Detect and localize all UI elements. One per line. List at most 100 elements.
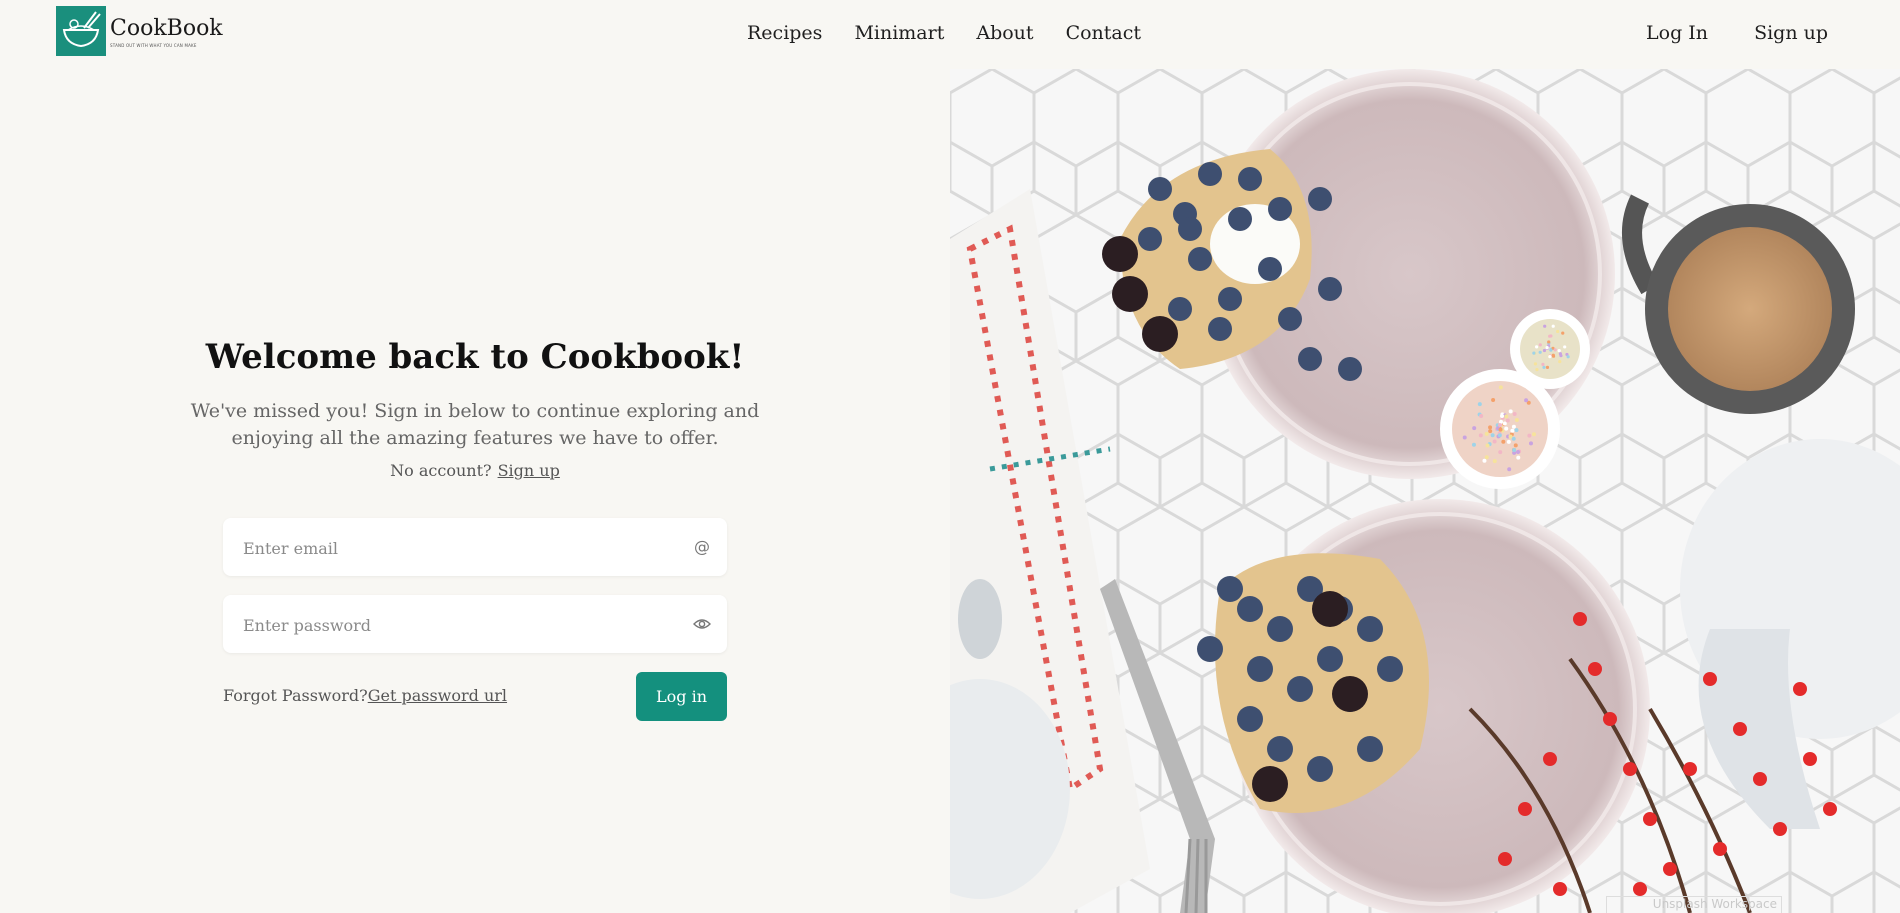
sprinkle	[1552, 354, 1555, 357]
sprinkle	[1539, 351, 1542, 354]
nav-item-recipes[interactable]: Recipes	[747, 22, 822, 44]
sprinkle	[1498, 423, 1502, 427]
blueberry	[1377, 656, 1403, 682]
password-field-container	[223, 595, 727, 653]
blueberry	[1228, 207, 1252, 231]
blueberry	[1188, 247, 1212, 271]
sprinkle	[1559, 354, 1562, 357]
sprinkle	[1532, 432, 1536, 436]
sprinkle	[1529, 441, 1533, 445]
header-signup-link[interactable]: Sign up	[1754, 22, 1828, 44]
blueberry	[1247, 656, 1273, 682]
blueberry	[1267, 736, 1293, 762]
sprinkle	[1567, 355, 1570, 358]
sprinkle	[1498, 433, 1502, 437]
blueberry	[1317, 646, 1343, 672]
at-icon: @	[693, 538, 711, 556]
sprinkle	[1514, 428, 1518, 432]
blueberry	[1148, 177, 1172, 201]
blueberry	[1268, 197, 1292, 221]
sprinkle	[1513, 412, 1517, 416]
red-berry	[1498, 852, 1512, 866]
auth-links: Log In Sign up	[1600, 22, 1828, 44]
page-subtitle: We've missed you! Sign in below to conti…	[185, 398, 765, 452]
red-berry	[1663, 862, 1677, 876]
blueberry	[1237, 706, 1263, 732]
sprinkle	[1485, 455, 1489, 459]
sprinkle	[1479, 433, 1483, 437]
sprinkle	[1539, 343, 1542, 346]
red-berry	[1773, 822, 1787, 836]
sprinkle	[1514, 443, 1518, 447]
red-berry	[1793, 682, 1807, 696]
nav-item-minimart[interactable]: Minimart	[854, 22, 944, 44]
sprinkle	[1493, 459, 1497, 463]
sprinkle	[1508, 435, 1512, 439]
blueberry	[1237, 596, 1263, 622]
blueberry	[1197, 636, 1223, 662]
image-watermark: Unsplash Workspace	[1606, 896, 1782, 913]
sprinkle	[1506, 418, 1510, 422]
nav-item-about[interactable]: About	[976, 22, 1033, 44]
main-nav: Recipes Minimart About Contact	[747, 22, 1173, 44]
sprinkle	[1509, 409, 1513, 413]
password-field[interactable]	[241, 595, 685, 655]
blueberry	[1178, 217, 1202, 241]
get-password-url-link[interactable]: Get password url	[368, 686, 507, 705]
blueberry	[1267, 616, 1293, 642]
sprinkle	[1563, 345, 1566, 348]
brand-tagline: STAND OUT WITH WHAT YOU CAN MAKE	[110, 43, 223, 48]
sprinkle	[1558, 349, 1561, 352]
red-berry	[1823, 802, 1837, 816]
sprinkle	[1512, 448, 1516, 452]
forgot-password-text: Forgot Password?	[223, 686, 368, 705]
blueberry	[1168, 297, 1192, 321]
sprinkle	[1535, 368, 1538, 371]
blackberry	[1142, 316, 1178, 352]
sprinkle	[1472, 426, 1476, 430]
sprinkle	[1478, 402, 1482, 406]
sprinkle	[1507, 467, 1511, 471]
sprinkle	[1524, 398, 1528, 402]
sprinkle	[1542, 366, 1545, 369]
header-login-link[interactable]: Log In	[1646, 22, 1708, 44]
sprinkle	[1549, 349, 1552, 352]
blueberry	[1278, 307, 1302, 331]
sprinkle	[1500, 414, 1504, 418]
sprinkle	[1485, 432, 1489, 436]
nav-item-contact[interactable]: Contact	[1066, 22, 1141, 44]
bowl-noodles-icon	[56, 6, 106, 56]
brand-logo[interactable]: CookBook STAND OUT WITH WHAT YOU CAN MAK…	[56, 6, 223, 56]
sprinkle	[1556, 330, 1559, 333]
red-berry	[1643, 812, 1657, 826]
red-berry	[1603, 712, 1617, 726]
email-field[interactable]	[241, 518, 685, 578]
blackberry	[1332, 676, 1368, 712]
blueberry	[1318, 277, 1342, 301]
sprinkle	[1501, 440, 1505, 444]
sprinkle	[1532, 352, 1535, 355]
blackberry	[1312, 591, 1348, 627]
red-berry	[1703, 672, 1717, 686]
red-berry	[1543, 752, 1557, 766]
sprinkle	[1535, 345, 1538, 348]
blueberry	[1208, 317, 1232, 341]
no-account-line: No account? Sign up	[0, 461, 950, 480]
sprinkle	[1516, 456, 1520, 460]
sprinkle	[1543, 325, 1546, 328]
sprinkle	[1547, 340, 1550, 343]
signup-link[interactable]: Sign up	[498, 461, 560, 480]
eye-icon[interactable]	[693, 615, 711, 633]
blueberry	[1308, 187, 1332, 211]
sprinkle	[1546, 366, 1549, 369]
sprinkle	[1472, 443, 1476, 447]
red-berry	[1803, 752, 1817, 766]
sprinkle	[1527, 434, 1531, 438]
red-berry	[1753, 772, 1767, 786]
blueberry	[1198, 162, 1222, 186]
sprinkle	[1561, 332, 1564, 335]
red-berry	[1573, 612, 1587, 626]
sprinkle	[1504, 414, 1508, 418]
login-button[interactable]: Log in	[636, 672, 727, 721]
red-berry	[1683, 762, 1697, 776]
